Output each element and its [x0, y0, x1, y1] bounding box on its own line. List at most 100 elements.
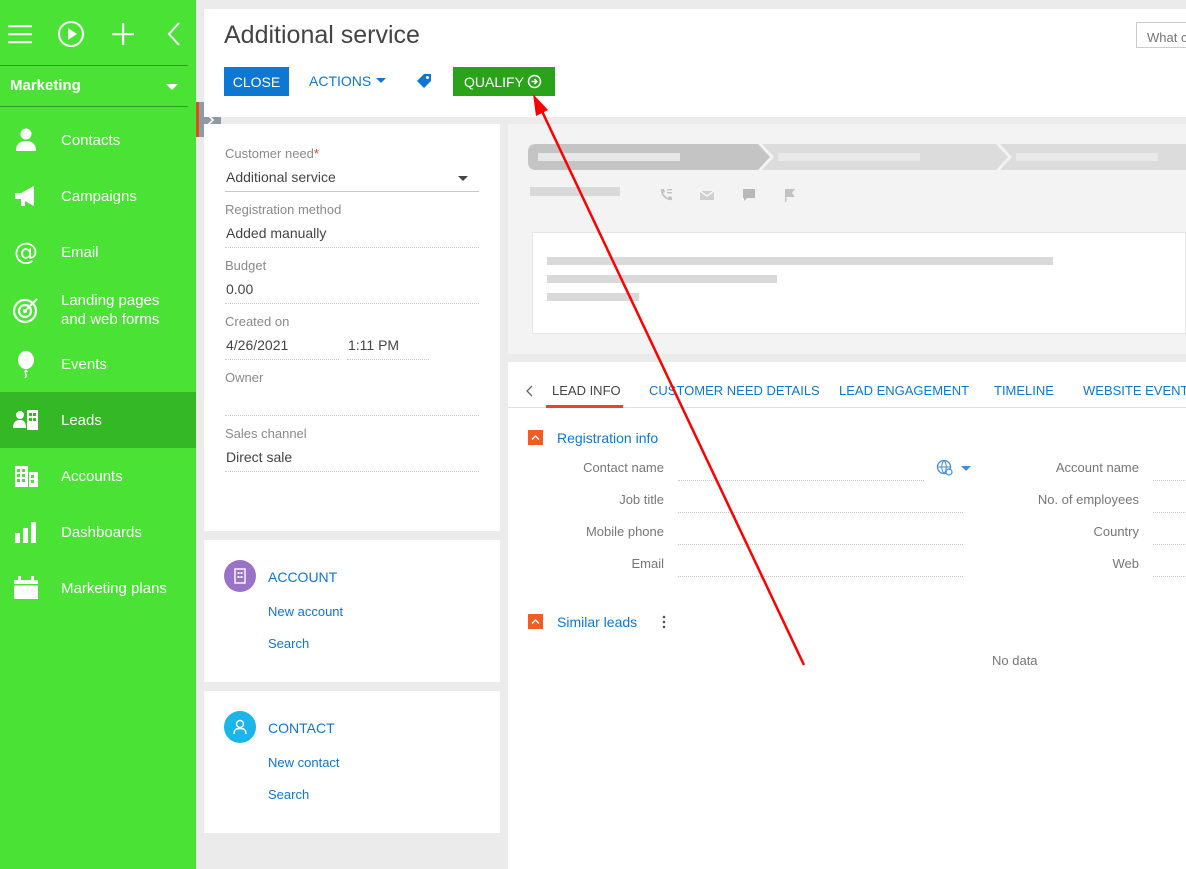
- lead-fields-panel: Customer need* Additional service Regist…: [204, 124, 500, 531]
- account-card-title: ACCOUNT: [268, 569, 338, 585]
- email-label: Email: [631, 556, 664, 571]
- bar-chart-icon: [15, 522, 36, 543]
- hamburger-menu-icon[interactable]: [6, 20, 34, 48]
- web-field[interactable]: [1153, 576, 1186, 577]
- page-header: Additional service CLOSE ACTIONS QUALIFY: [204, 9, 1186, 117]
- contact-card-title: CONTACT: [268, 720, 335, 736]
- globe-search-icon[interactable]: [936, 459, 954, 477]
- sidebar-item-leads[interactable]: Leads: [0, 392, 196, 448]
- no-data-text: No data: [992, 653, 1038, 668]
- sidebar-item-marketing-plans[interactable]: Marketing plans: [0, 560, 196, 616]
- sidebar-item-events[interactable]: Events: [0, 336, 196, 392]
- created-on-time-field[interactable]: 1:11 PM: [347, 334, 429, 360]
- customer-need-label: Customer need*: [225, 146, 319, 161]
- employees-label: No. of employees: [1037, 492, 1139, 507]
- lead-tabs-panel: LEAD INFO CUSTOMER NEED DETAILS LEAD ENG…: [508, 362, 1186, 869]
- employees-field[interactable]: [1153, 512, 1186, 513]
- web-label: Web: [1112, 556, 1140, 571]
- chevron-up-icon: [531, 434, 540, 441]
- sidebar-toolbar: [0, 0, 188, 66]
- new-contact-link[interactable]: New contact: [268, 755, 340, 770]
- tab-lead-engagement[interactable]: LEAD ENGAGEMENT: [839, 383, 969, 398]
- budget-field[interactable]: 0.00: [225, 278, 479, 304]
- sidebar-item-label: Accounts: [61, 468, 123, 485]
- registration-info-title[interactable]: Registration info: [557, 430, 658, 446]
- tab-website-events[interactable]: WEBSITE EVENTS: [1083, 383, 1186, 398]
- stage-1-placeholder: [538, 153, 680, 161]
- account-name-field[interactable]: [1153, 480, 1186, 481]
- close-button[interactable]: CLOSE: [224, 67, 289, 96]
- country-label: Country: [1093, 524, 1139, 539]
- created-on-label: Created on: [225, 314, 290, 329]
- sidebar-item-campaigns[interactable]: Campaigns: [0, 168, 196, 224]
- similar-leads-title[interactable]: Similar leads: [557, 614, 637, 630]
- person-outline-icon: [233, 719, 247, 735]
- tab-lead-info[interactable]: LEAD INFO: [552, 383, 621, 398]
- sidebar-item-label: Campaigns: [61, 188, 137, 205]
- created-on-date-field[interactable]: 4/26/2021: [225, 334, 339, 360]
- target-icon: [12, 298, 38, 324]
- play-icon[interactable]: [57, 20, 85, 48]
- flag-icon[interactable]: [782, 187, 798, 203]
- tag-icon[interactable]: [416, 73, 432, 89]
- lead-progress-panel: [508, 124, 1186, 354]
- contact-card: CONTACT New contact Search: [204, 691, 500, 833]
- owner-field[interactable]: [225, 390, 479, 416]
- tab-timeline[interactable]: TIMELINE: [994, 383, 1054, 398]
- job-title-field[interactable]: [678, 512, 963, 513]
- comment-icon[interactable]: [741, 187, 757, 203]
- qualify-button[interactable]: QUALIFY: [453, 67, 555, 96]
- contact-name-field[interactable]: [678, 480, 924, 481]
- arrow-circle-right-icon: [527, 74, 542, 89]
- new-account-link[interactable]: New account: [268, 604, 343, 619]
- sidebar-item-accounts[interactable]: Accounts: [0, 448, 196, 504]
- owner-label: Owner: [225, 370, 264, 385]
- plus-icon[interactable]: [109, 20, 137, 48]
- global-search-input[interactable]: [1136, 22, 1186, 48]
- sidebar-item-email[interactable]: @ Email: [0, 224, 196, 280]
- workplace-selector[interactable]: Marketing: [0, 66, 188, 107]
- email-icon[interactable]: [699, 187, 715, 203]
- caret-down-icon: [458, 176, 468, 181]
- caret-down-icon[interactable]: [961, 466, 971, 471]
- email-field[interactable]: [678, 576, 963, 577]
- job-title-label: Job title: [619, 492, 664, 507]
- leads-icon: [13, 410, 38, 430]
- sidebar-item-landing-pages[interactable]: Landing pages and web forms: [0, 280, 196, 336]
- workplace-label: Marketing: [10, 77, 81, 94]
- registration-method-field[interactable]: Added manually: [225, 222, 479, 248]
- loading-line: [547, 293, 639, 301]
- contact-name-label: Contact name: [583, 460, 664, 475]
- mobile-phone-field[interactable]: [678, 544, 963, 545]
- at-icon: @: [14, 238, 38, 266]
- caret-down-icon: [166, 84, 178, 90]
- sales-channel-field[interactable]: Direct sale: [225, 446, 479, 472]
- sidebar-item-dashboards[interactable]: Dashboards: [0, 504, 196, 560]
- customer-need-value: Additional service: [226, 169, 336, 185]
- search-contact-link[interactable]: Search: [268, 787, 309, 802]
- account-card: ACCOUNT New account Search: [204, 540, 500, 682]
- loading-placeholder: [530, 187, 620, 196]
- more-options-icon[interactable]: [660, 615, 668, 629]
- customer-need-select[interactable]: Additional service: [225, 166, 479, 192]
- chevron-left-icon[interactable]: [160, 20, 188, 48]
- sidebar-item-contacts[interactable]: Contacts: [0, 112, 196, 168]
- active-tab-indicator: [546, 405, 623, 408]
- chevron-up-icon: [531, 618, 540, 625]
- actions-button[interactable]: ACTIONS: [309, 67, 387, 96]
- call-icon[interactable]: [658, 187, 674, 203]
- contact-icon: [224, 711, 256, 743]
- stage-3-placeholder: [1016, 153, 1158, 161]
- stage-progress-bar: [528, 144, 1186, 170]
- mobile-phone-label: Mobile phone: [585, 524, 664, 539]
- search-account-link[interactable]: Search: [268, 636, 309, 651]
- tab-customer-need-details[interactable]: CUSTOMER NEED DETAILS: [649, 383, 820, 398]
- chevron-left-icon[interactable]: [526, 385, 534, 397]
- registration-method-label: Registration method: [225, 202, 342, 217]
- collapse-registration-info-toggle[interactable]: [528, 430, 543, 445]
- svg-text:@: @: [14, 238, 38, 266]
- country-field[interactable]: [1153, 544, 1186, 545]
- tab-bar: LEAD INFO CUSTOMER NEED DETAILS LEAD ENG…: [508, 362, 1186, 408]
- collapse-similar-leads-toggle[interactable]: [528, 614, 543, 629]
- qualify-label: QUALIFY: [464, 73, 524, 90]
